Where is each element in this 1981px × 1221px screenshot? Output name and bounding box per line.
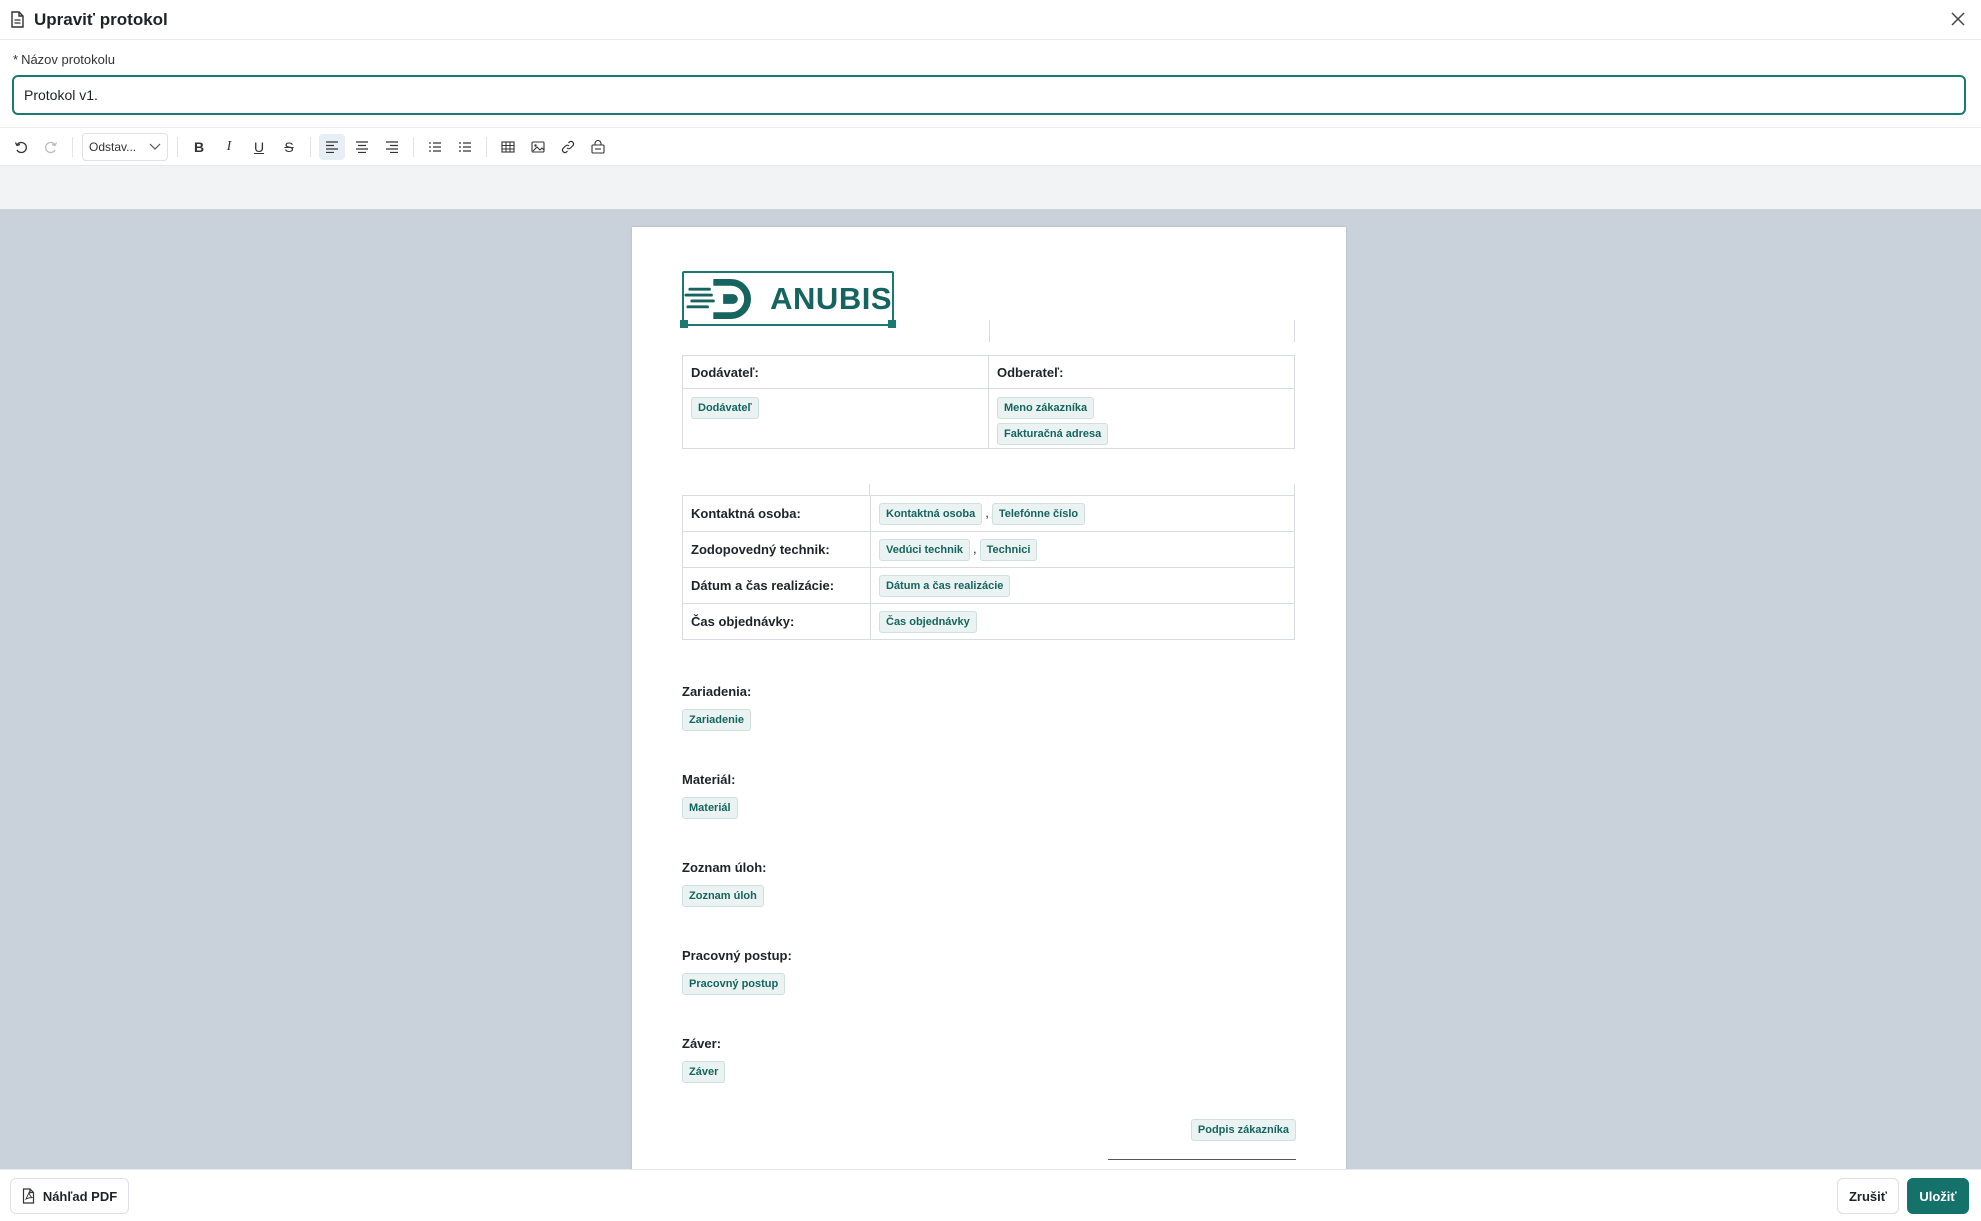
placeholder-insert-icon[interactable] xyxy=(585,134,611,160)
info-label: Kontaktná osoba: xyxy=(682,495,871,532)
info-label: Dátum a čas realizácie: xyxy=(682,567,871,604)
name-field-label: * Názov protokolu xyxy=(13,52,115,67)
numbered-list-icon[interactable] xyxy=(422,134,448,160)
section-title: Zariadenia: xyxy=(682,684,752,699)
image-icon[interactable] xyxy=(525,134,551,160)
info-table: Kontaktná osoba: Kontaktná osoba, Telefón… xyxy=(682,495,1295,640)
document-icon xyxy=(10,11,25,28)
pdf-preview-label: Náhľad PDF xyxy=(42,1188,118,1204)
resize-handle[interactable] xyxy=(680,320,688,328)
protocol-name-input[interactable] xyxy=(12,75,1966,115)
bullet-list-icon[interactable] xyxy=(452,134,478,160)
toolbar-divider xyxy=(72,136,73,157)
link-icon[interactable] xyxy=(555,134,581,160)
customer-label: Odberateľ: xyxy=(988,355,1295,389)
section-tasks: Zoznam úloh: Zoznam úloh xyxy=(682,860,767,907)
placeholder-tag[interactable]: Zariadenie xyxy=(682,709,752,731)
customer-cell: Meno zákazníka Fakturačná adresa xyxy=(988,388,1295,449)
placeholder-tag[interactable]: Kontaktná osoba xyxy=(879,502,983,525)
section-title: Materiál: xyxy=(682,772,736,787)
dialog-title: Upraviť protokol xyxy=(34,9,168,29)
info-value: Čas objednávky xyxy=(870,603,1295,640)
undo-icon[interactable] xyxy=(8,134,34,160)
table-icon[interactable] xyxy=(495,134,521,160)
signature-tag[interactable]: Podpis zákazníka xyxy=(1190,1119,1296,1141)
align-center-icon[interactable] xyxy=(349,134,375,160)
bold-icon[interactable]: B xyxy=(186,134,212,160)
dialog-header: Upraviť protokol xyxy=(0,0,1981,40)
placeholder-tag[interactable]: Dátum a čas realizácie xyxy=(879,574,1011,597)
section-work-procedure: Pracovný postup: Pracovný postup xyxy=(682,948,792,995)
paragraph-style-select[interactable]: Odstav... xyxy=(82,132,168,161)
section-title: Záver: xyxy=(682,1036,722,1051)
name-field-label-text: Názov protokolu xyxy=(21,52,116,67)
placeholder-tag[interactable]: Materiál xyxy=(682,797,738,819)
placeholder-tag[interactable]: Fakturačná adresa xyxy=(997,423,1109,445)
align-right-icon[interactable] xyxy=(379,134,405,160)
info-value: Vedúci technik, Technici xyxy=(870,531,1295,568)
editor-canvas[interactable]: ANUBIS Dodávateľ: Odberateľ: Dodávateľ M… xyxy=(0,209,1981,1169)
placeholder-tag[interactable]: Telefónne číslo xyxy=(991,502,1086,525)
redo-icon[interactable] xyxy=(38,134,64,160)
placeholder-tag[interactable]: Záver xyxy=(682,1061,726,1083)
italic-icon[interactable]: I xyxy=(216,134,242,160)
pdf-file-icon xyxy=(22,1188,35,1204)
company-logo[interactable]: ANUBIS xyxy=(680,271,896,328)
placeholder-tag[interactable]: Zoznam úloh xyxy=(682,885,764,907)
info-value: Kontaktná osoba, Telefónne číslo xyxy=(870,495,1295,532)
supplier-label: Dodávateľ: xyxy=(682,355,989,389)
placeholder-tag[interactable]: Vedúci technik xyxy=(879,538,971,561)
chevron-down-icon xyxy=(149,140,161,154)
info-label: Zodopovedný technik: xyxy=(682,531,871,568)
align-left-icon[interactable] xyxy=(319,133,345,160)
section-title: Zoznam úloh: xyxy=(682,860,767,875)
placeholder-tag[interactable]: Dodávateľ xyxy=(691,397,759,419)
toolbar-divider xyxy=(486,136,487,157)
resize-handle[interactable] xyxy=(888,320,896,328)
logo-mark-icon xyxy=(684,278,751,319)
close-icon[interactable] xyxy=(1947,8,1969,30)
column-resize-handle[interactable] xyxy=(1294,320,1295,342)
required-mark: * xyxy=(13,52,19,67)
paragraph-style-value: Odstav... xyxy=(89,139,137,154)
parties-table: Dodávateľ: Odberateľ: Dodávateľ Meno zák… xyxy=(682,355,1295,449)
pdf-preview-button[interactable]: Náhľad PDF xyxy=(10,1178,129,1214)
logo-text: ANUBIS xyxy=(770,280,892,316)
save-button[interactable]: Uložiť xyxy=(1907,1178,1969,1214)
editor-subbar xyxy=(0,165,1981,209)
toolbar-divider xyxy=(413,136,414,157)
document-page[interactable]: ANUBIS Dodávateľ: Odberateľ: Dodávateľ M… xyxy=(632,227,1346,1169)
toolbar-divider xyxy=(310,136,311,157)
toolbar-divider xyxy=(177,136,178,157)
placeholder-tag[interactable]: Meno zákazníka xyxy=(997,397,1095,419)
editor-toolbar: Odstav... B I U S xyxy=(0,127,1981,165)
section-title: Pracovný postup: xyxy=(682,948,792,963)
placeholder-tag[interactable]: Technici xyxy=(979,538,1038,561)
section-devices: Zariadenia: Zariadenie xyxy=(682,684,751,731)
section-conclusion: Záver: Záver xyxy=(682,1036,726,1083)
info-label: Čas objednávky: xyxy=(682,603,871,640)
underline-icon[interactable]: U xyxy=(246,134,272,160)
dialog-footer: Náhľad PDF Zrušiť Uložiť xyxy=(0,1169,1981,1221)
strikethrough-icon[interactable]: S xyxy=(276,134,302,160)
signature-line xyxy=(1108,1159,1296,1160)
column-resize-handle[interactable] xyxy=(989,320,990,342)
cancel-button[interactable]: Zrušiť xyxy=(1837,1178,1899,1214)
info-value: Dátum a čas realizácie xyxy=(870,567,1295,604)
section-material: Materiál: Materiál xyxy=(682,772,738,819)
supplier-cell: Dodávateľ xyxy=(682,388,989,449)
placeholder-tag[interactable]: Pracovný postup xyxy=(682,973,786,995)
placeholder-tag[interactable]: Čas objednávky xyxy=(879,610,977,633)
